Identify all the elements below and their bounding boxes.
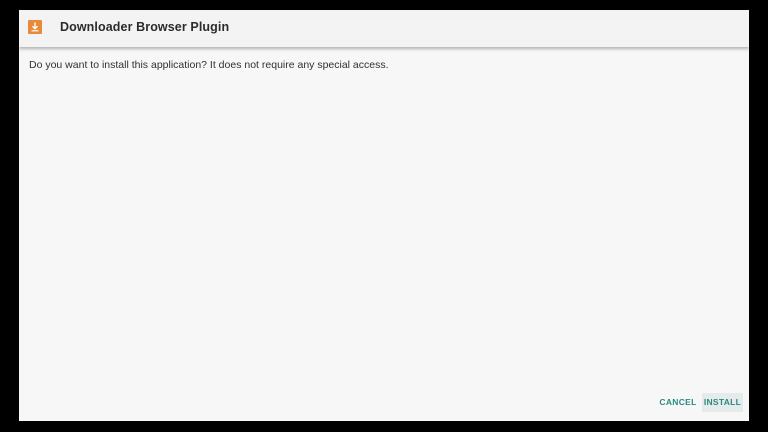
install-dialog: Downloader Browser Plugin Do you want to… — [19, 10, 749, 421]
install-button[interactable]: INSTALL — [702, 393, 743, 412]
install-message: Do you want to install this application?… — [29, 59, 389, 71]
cancel-button[interactable]: CANCEL — [657, 393, 699, 412]
dialog-body: Do you want to install this application?… — [19, 47, 749, 421]
downloader-app-icon — [28, 20, 42, 34]
app-title: Downloader Browser Plugin — [60, 20, 230, 34]
dialog-header: Downloader Browser Plugin — [19, 10, 749, 47]
